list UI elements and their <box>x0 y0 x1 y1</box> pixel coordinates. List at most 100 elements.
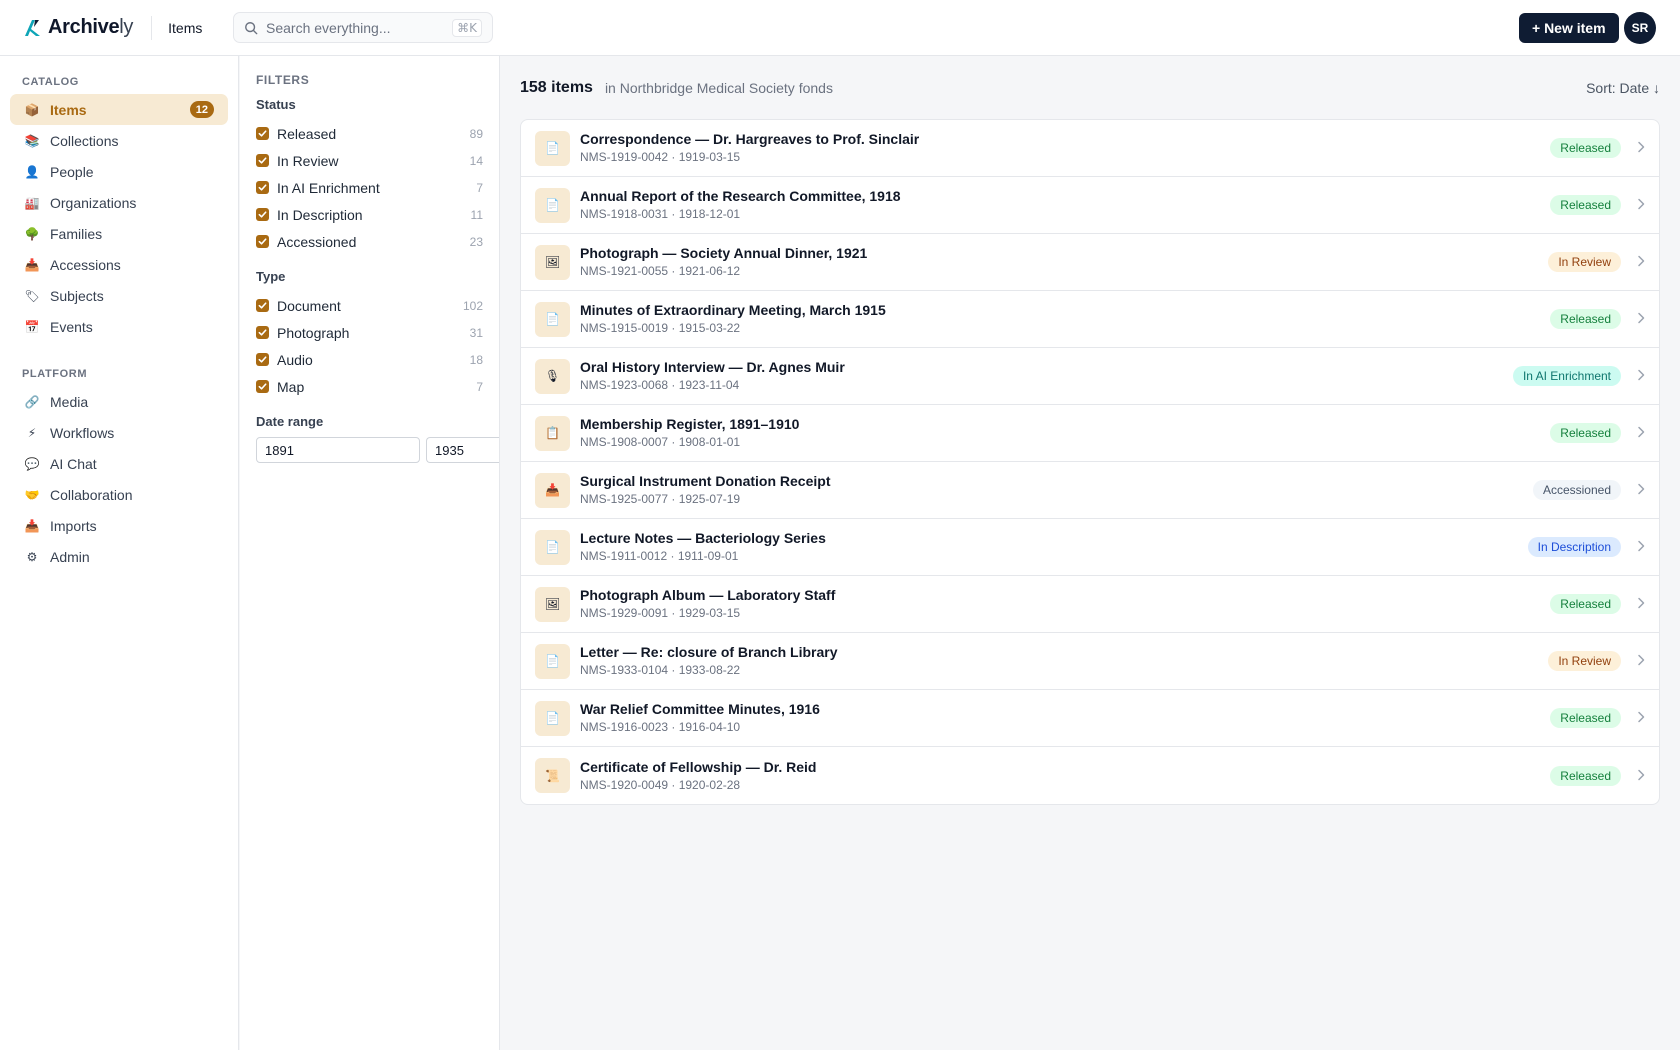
item-title[interactable]: Letter — Re: closure of Branch Library <box>580 644 1548 661</box>
checkbox-checked[interactable] <box>256 127 269 140</box>
checkbox-checked[interactable] <box>256 181 269 194</box>
sidebar-item-media[interactable]: 🔗 Media <box>10 386 228 417</box>
item-title[interactable]: Lecture Notes — Bacteriology Series <box>580 530 1528 547</box>
collaboration-icon: 🤝 <box>24 487 40 502</box>
sidebar-item-accessions[interactable]: 📥 Accessions <box>10 249 228 280</box>
item-row[interactable]: 🎙 Oral History Interview — Dr. Agnes Muir… <box>521 348 1659 405</box>
ai-chat-icon: 💬 <box>24 456 40 471</box>
item-row[interactable]: 📄 Lecture Notes — Bacteriology Series NMS-… <box>521 519 1659 576</box>
sidebar-item-subjects[interactable]: 🏷 Subjects <box>10 280 228 311</box>
filter-option-photograph[interactable]: Photograph 31 <box>256 319 483 346</box>
chevron-right-icon[interactable] <box>1637 482 1645 498</box>
item-title[interactable]: Oral History Interview — Dr. Agnes Muir <box>580 359 1513 376</box>
filter-option-released[interactable]: Released 89 <box>256 120 483 147</box>
item-text: Certificate of Fellowship — Dr. Reid NMS-… <box>580 759 1550 793</box>
checkbox-checked[interactable] <box>256 326 269 339</box>
sidebar-item-label: Admin <box>50 548 90 565</box>
filter-option-count: 18 <box>469 352 483 367</box>
filter-option-document[interactable]: Document 102 <box>256 292 483 319</box>
chevron-right-icon[interactable] <box>1637 710 1645 726</box>
app-logo[interactable]: Archively <box>22 0 133 56</box>
item-row[interactable]: 📄 Letter — Re: closure of Branch Library N… <box>521 633 1659 690</box>
item-title[interactable]: Surgical Instrument Donation Receipt <box>580 473 1533 490</box>
new-item-button[interactable]: + New item <box>1519 13 1619 43</box>
admin-icon: ⚙ <box>26 549 38 564</box>
item-row[interactable]: 🖼 Photograph Album — Laboratory Staff NMS-… <box>521 576 1659 633</box>
filter-option-in-review[interactable]: In Review 14 <box>256 147 483 174</box>
item-title[interactable]: War Relief Committee Minutes, 1916 <box>580 701 1550 718</box>
sidebar-item-imports[interactable]: 📥 Imports <box>10 510 228 541</box>
search-input[interactable] <box>266 19 453 36</box>
sort-control[interactable]: Sort: Date ↓ <box>1586 80 1660 96</box>
item-row[interactable]: 📥 Surgical Instrument Donation Receipt NMS… <box>521 462 1659 519</box>
logo-mark-icon <box>25 19 40 36</box>
item-meta: NMS-1929-0091 · 1929-03-15 <box>580 606 741 620</box>
item-title[interactable]: Certificate of Fellowship — Dr. Reid <box>580 759 1550 776</box>
chevron-right-icon[interactable] <box>1637 368 1645 384</box>
checkbox-checked[interactable] <box>256 208 269 221</box>
chevron-right-icon[interactable] <box>1637 596 1645 612</box>
breadcrumb[interactable]: Items <box>168 20 202 36</box>
chevron-right-icon[interactable] <box>1637 425 1645 441</box>
item-row[interactable]: 📄 Minutes of Extraordinary Meeting, March… <box>521 291 1659 348</box>
sidebar-item-items[interactable]: 📦 Items 12 <box>10 94 228 125</box>
sidebar-item-events[interactable]: 📅 Events <box>10 311 228 342</box>
item-row[interactable]: 📄 War Relief Committee Minutes, 1916 NMS-1… <box>521 690 1659 747</box>
item-title[interactable]: Annual Report of the Research Committee,… <box>580 188 1550 205</box>
item-title[interactable]: Correspondence — Dr. Hargreaves to Prof.… <box>580 131 1550 148</box>
sidebar-item-label: Collaboration <box>50 486 133 503</box>
chevron-right-icon[interactable] <box>1637 254 1645 270</box>
sidebar-item-ai-chat[interactable]: 💬 AI Chat <box>10 448 228 479</box>
sidebar-item-families[interactable]: 🌳 Families <box>10 218 228 249</box>
item-title[interactable]: Photograph — Society Annual Dinner, 1921 <box>580 245 1548 262</box>
items-icon: 📦 <box>24 102 40 117</box>
item-title[interactable]: Membership Register, 1891–1910 <box>580 416 1550 433</box>
filter-option-map[interactable]: Map 7 <box>256 373 483 400</box>
item-row[interactable]: 📜 Certificate of Fellowship — Dr. Reid NMS… <box>521 747 1659 804</box>
checkbox-checked[interactable] <box>256 154 269 167</box>
checkbox-checked[interactable] <box>256 235 269 248</box>
filter-option-label: In Description <box>277 206 363 223</box>
sidebar-item-workflows[interactable]: ⚡ Workflows <box>10 417 228 448</box>
date-from-input[interactable] <box>256 437 420 463</box>
chevron-right-icon[interactable] <box>1637 311 1645 327</box>
date-to-input[interactable] <box>426 437 499 463</box>
filter-option-accessioned[interactable]: Accessioned 23 <box>256 228 483 255</box>
chevron-right-icon[interactable] <box>1637 539 1645 555</box>
item-text: Letter — Re: closure of Branch Library NM… <box>580 644 1548 678</box>
filter-option-in-ai-enrichment[interactable]: In AI Enrichment 7 <box>256 174 483 201</box>
sidebar-item-label: Accessions <box>50 256 121 273</box>
sidebar-item-collections[interactable]: 📚 Collections <box>10 125 228 156</box>
check-icon <box>258 184 267 191</box>
chevron-right-icon[interactable] <box>1637 197 1645 213</box>
checkbox-checked[interactable] <box>256 299 269 312</box>
item-title[interactable]: Photograph Album — Laboratory Staff <box>580 587 1550 604</box>
item-text: Surgical Instrument Donation Receipt NMS-… <box>580 473 1533 507</box>
sidebar-item-collaboration[interactable]: 🤝 Collaboration <box>10 479 228 510</box>
sidebar-item-organizations[interactable]: 🏭 Organizations <box>10 187 228 218</box>
item-row[interactable]: 📄 Annual Report of the Research Committee… <box>521 177 1659 234</box>
item-title[interactable]: Minutes of Extraordinary Meeting, March … <box>580 302 1550 319</box>
check-icon <box>258 356 267 363</box>
sidebar-item-people[interactable]: 👤 People <box>10 156 228 187</box>
item-row[interactable]: 📋 Membership Register, 1891–1910 NMS-1908-… <box>521 405 1659 462</box>
chevron-right-icon[interactable] <box>1637 140 1645 156</box>
filter-option-count: 7 <box>476 180 483 195</box>
filter-option-audio[interactable]: Audio 18 <box>256 346 483 373</box>
media-icon: 🔗 <box>24 394 40 409</box>
item-row[interactable]: 📄 Correspondence — Dr. Hargreaves to Prof… <box>521 120 1659 177</box>
global-search[interactable]: ⌘K <box>233 12 493 43</box>
user-avatar[interactable]: SR <box>1624 12 1656 44</box>
sidebar-item-admin[interactable]: ⚙ Admin <box>10 541 228 572</box>
checkbox-checked[interactable] <box>256 353 269 366</box>
chevron-right-icon[interactable] <box>1637 653 1645 669</box>
nav-section-platform: PLATFORM <box>22 368 88 380</box>
checkbox-checked[interactable] <box>256 380 269 393</box>
chevron-right-icon[interactable] <box>1637 768 1645 784</box>
item-row[interactable]: 🖼 Photograph — Society Annual Dinner, 192… <box>521 234 1659 291</box>
status-filter-group: Status Released 89 In Review 14 In AI Enrich… <box>256 97 483 255</box>
subjects-icon: 🏷 <box>24 288 40 303</box>
filter-option-in-description[interactable]: In Description 11 <box>256 201 483 228</box>
status-badge: In AI Enrichment <box>1512 366 1621 386</box>
sidebar-item-count-badge: 12 <box>189 101 214 118</box>
